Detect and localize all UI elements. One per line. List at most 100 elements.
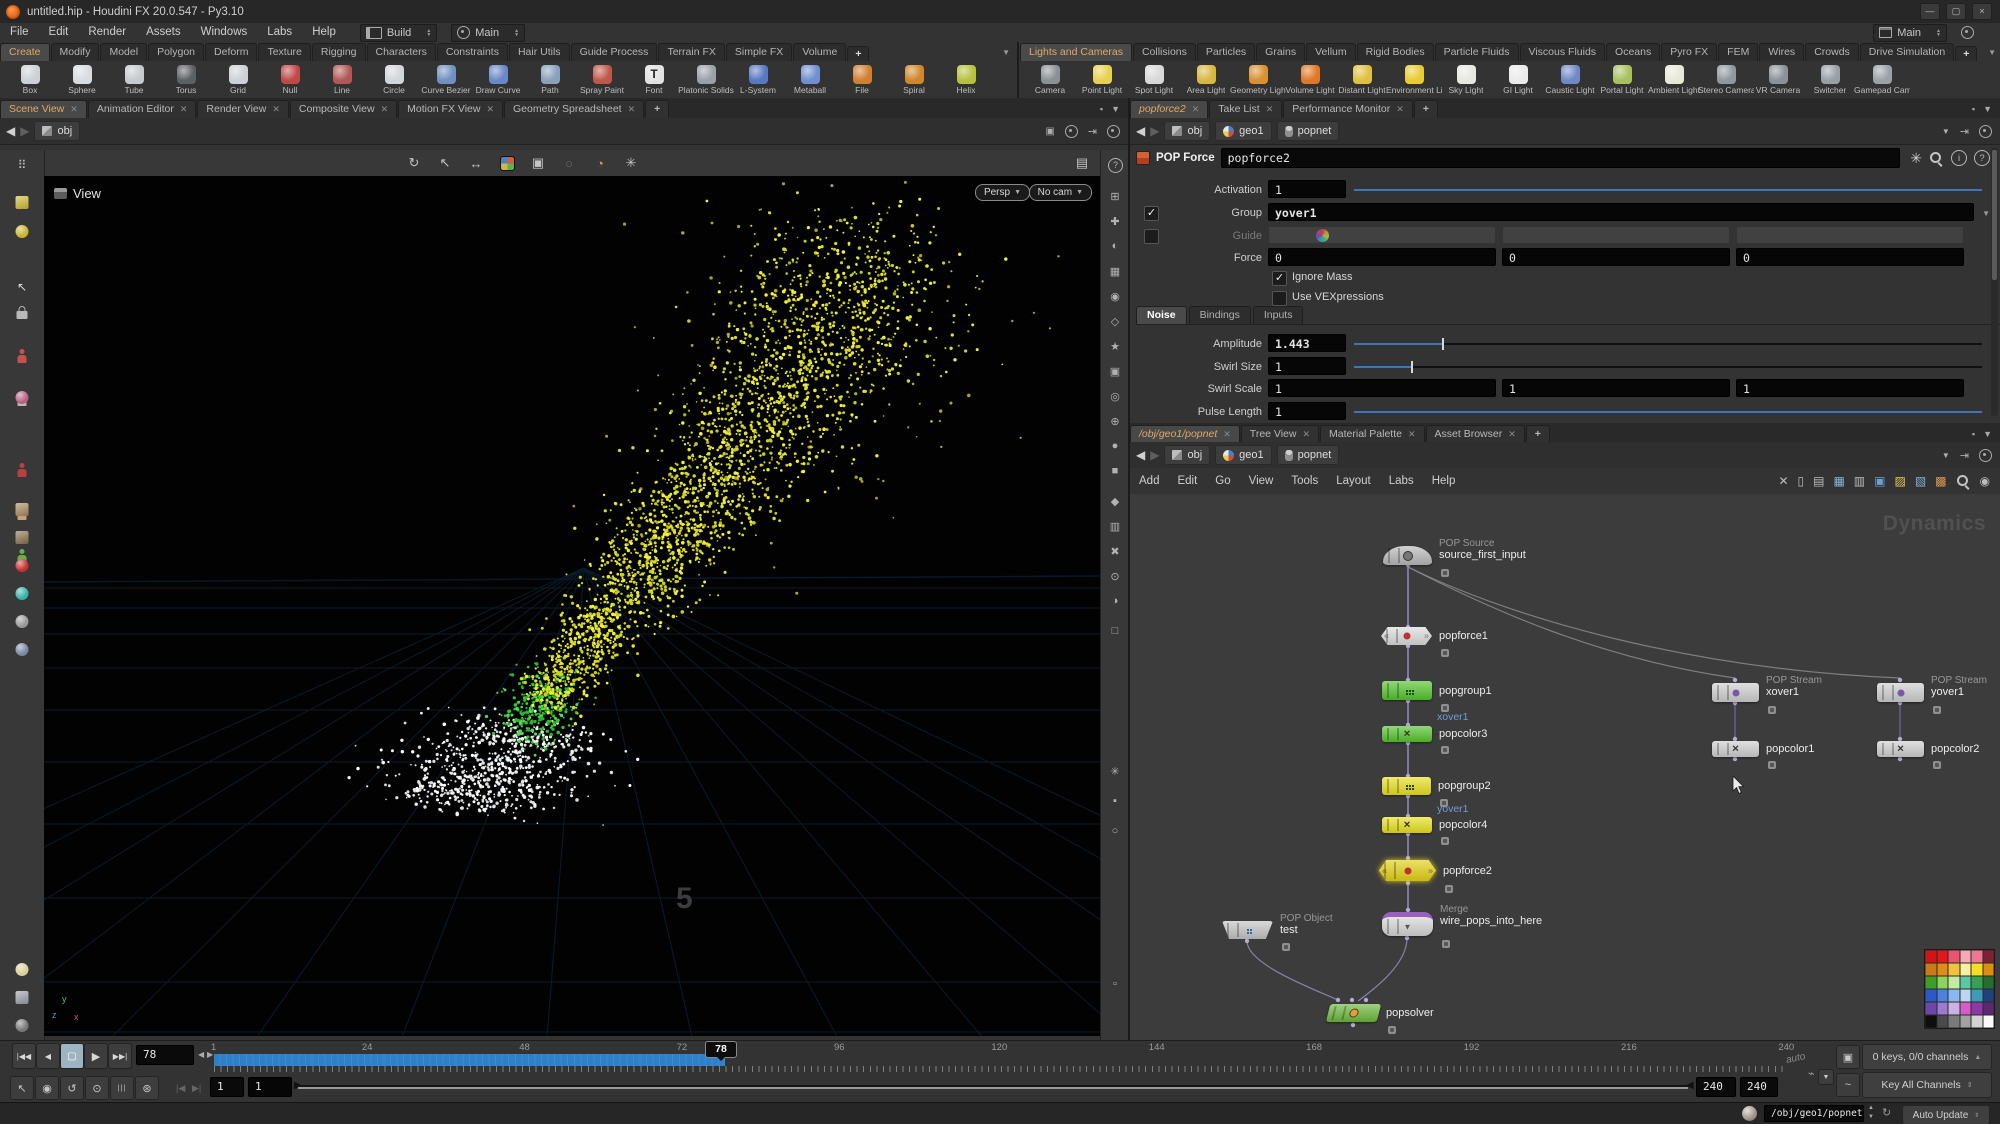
auto-key-dropdown[interactable]: ▼ xyxy=(1818,1069,1834,1085)
shelf-tab-rigging[interactable]: Rigging xyxy=(311,43,366,61)
node-popforce1[interactable]: «» xyxy=(1381,627,1432,645)
node-popcolor2[interactable]: ✕ xyxy=(1877,741,1924,757)
palette-color-swatch[interactable] xyxy=(1959,1002,1971,1015)
shelf-tab-characters[interactable]: Characters xyxy=(366,43,436,61)
group-dropdown-icon[interactable]: ▼ xyxy=(1982,209,1990,218)
palette-color-swatch[interactable] xyxy=(1948,963,1960,976)
shelf-tab-vellum[interactable]: Vellum xyxy=(1306,43,1356,61)
pane-menu-icon[interactable]: ▼ xyxy=(1983,104,1992,114)
shelf-tool-camera[interactable]: Camera xyxy=(1024,64,1076,95)
palette-color-swatch[interactable] xyxy=(1971,1002,1983,1015)
forward-icon[interactable]: ▶ xyxy=(20,124,29,138)
close-tab-icon[interactable]: ✕ xyxy=(381,104,389,115)
subtab-noise[interactable]: Noise xyxy=(1136,306,1187,324)
shelf-tool-gi-light[interactable]: GI Light xyxy=(1492,64,1544,95)
palette-color-swatch[interactable] xyxy=(1971,950,1983,963)
node-popcolor4[interactable]: ✕ xyxy=(1382,817,1432,833)
shelf-tool-area-light[interactable]: Area Light xyxy=(1180,64,1232,95)
palette-color-swatch[interactable] xyxy=(1971,976,1983,989)
ruler-icon[interactable]: ▯ xyxy=(1798,474,1805,488)
add-view-icon[interactable]: ✚ xyxy=(1101,215,1128,228)
ignore-mass-checkbox[interactable]: ✓ xyxy=(1272,271,1287,286)
path-chip-obj[interactable]: obj xyxy=(1164,121,1211,141)
undo-loop-icon[interactable]: ↺ xyxy=(60,1076,84,1100)
pane-tab-animation-editor[interactable]: Animation Editor ✕ xyxy=(87,100,197,118)
find-icon[interactable] xyxy=(1956,474,1971,489)
shelf-tab-particle-fluids[interactable]: Particle Fluids xyxy=(1434,43,1519,61)
close-tab-icon[interactable]: ✕ xyxy=(70,104,78,115)
maximize-pane-icon[interactable]: ▪ xyxy=(1100,104,1103,114)
palette-color-swatch[interactable] xyxy=(1925,989,1937,1002)
grid-view-icon[interactable]: ▦ xyxy=(1833,474,1844,488)
parameters-scrollbar[interactable] xyxy=(1991,148,1998,416)
playhead-marker[interactable]: 78 xyxy=(704,1041,737,1061)
palette-color-swatch[interactable] xyxy=(1936,1015,1948,1028)
shelf-tool-environment-light[interactable]: Environment Light xyxy=(1386,64,1442,95)
palette-color-swatch[interactable] xyxy=(1925,963,1937,976)
shelf-tool-sphere[interactable]: Sphere xyxy=(56,64,108,95)
param-tab-take-list[interactable]: Take List ✕ xyxy=(1209,100,1283,118)
forward-icon[interactable]: ▶ xyxy=(1150,124,1159,138)
node-flags[interactable] xyxy=(1882,685,1894,700)
node-flags[interactable] xyxy=(1227,923,1239,937)
shelf-tool-caustic-light[interactable]: Caustic Light xyxy=(1544,64,1596,95)
target-icon[interactable]: ⊙ xyxy=(1101,570,1128,583)
path-chip-obj[interactable]: obj xyxy=(34,121,81,141)
radial-menu-icon[interactable] xyxy=(1979,448,1992,462)
shelf-tab-terrain-fx[interactable]: Terrain FX xyxy=(658,43,725,61)
radial-menu-icon[interactable] xyxy=(1064,124,1078,138)
node-body[interactable] xyxy=(1222,921,1273,939)
palette-color-swatch[interactable] xyxy=(1925,1015,1937,1028)
node-body[interactable]: «» xyxy=(1381,627,1432,645)
minimize-button[interactable]: — xyxy=(1920,3,1940,20)
network-tab--obj-geo1-popnet[interactable]: /obj/geo1/popnet ✕ xyxy=(1130,425,1240,443)
palette-color-swatch[interactable] xyxy=(1948,1015,1960,1028)
node-body[interactable]: ✕ xyxy=(1382,817,1432,833)
bbox-icon[interactable]: ■ xyxy=(1101,465,1128,477)
close-tab-icon[interactable]: ✕ xyxy=(486,104,494,115)
guide-field-3[interactable] xyxy=(1736,226,1964,244)
lights-icon[interactable]: ★ xyxy=(1101,340,1128,353)
box-tool-icon[interactable] xyxy=(15,196,29,209)
node-source_first_input[interactable] xyxy=(1383,546,1432,565)
material-icon[interactable]: ▣ xyxy=(1101,365,1128,378)
realtime-toggle-icon[interactable]: ⊙ xyxy=(85,1076,109,1100)
shelf-tool-line[interactable]: Line xyxy=(316,64,368,95)
node-flags[interactable] xyxy=(1387,683,1399,698)
network-canvas[interactable]: Dynamics POP Source source_first_input «» p… xyxy=(1130,494,2000,1040)
pane-tab-composite-view[interactable]: Composite View ✕ xyxy=(289,100,398,118)
shelf-tab-pyro-fx[interactable]: Pyro FX xyxy=(1661,43,1718,61)
back-icon[interactable]: ◀ xyxy=(1136,124,1145,138)
forward-icon[interactable]: ▶ xyxy=(1150,448,1159,462)
flash-icon[interactable]: ✳ xyxy=(1101,765,1128,778)
node-flags[interactable] xyxy=(1717,743,1729,755)
sphere-magenta-icon[interactable] xyxy=(15,391,29,404)
pin-pane-icon[interactable]: ⇥ xyxy=(1960,125,1969,138)
shelf-overflow-icon[interactable]: ▼ xyxy=(1002,48,1010,57)
shelf-tool-switcher[interactable]: Switcher xyxy=(1804,64,1856,95)
shelf-tool-platonic-solids[interactable]: Platonic Solids xyxy=(678,64,734,95)
use-vexpressions-checkbox[interactable] xyxy=(1272,291,1287,306)
palette-color-swatch[interactable] xyxy=(1971,989,1983,1002)
shelf-tool-stereo-camera[interactable]: Stereo Camera xyxy=(1698,64,1754,95)
palette-color-swatch[interactable] xyxy=(1982,976,1994,989)
node-body[interactable]: ✕ xyxy=(1382,726,1432,742)
swirl-scale-x-field[interactable]: 1 xyxy=(1268,379,1496,397)
playback-range-end-field[interactable]: 240 xyxy=(1696,1077,1736,1097)
param-add-tab[interactable]: + xyxy=(1413,100,1438,118)
shelf-tab-particles[interactable]: Particles xyxy=(1196,43,1256,61)
info-icon[interactable]: i xyxy=(1951,150,1967,166)
shelf-tool-box[interactable]: Box xyxy=(4,64,56,95)
shelf-tab-guide-process[interactable]: Guide Process xyxy=(570,43,658,61)
shelf-tool-draw-curve[interactable]: Draw Curve xyxy=(472,64,524,95)
crate-icon[interactable] xyxy=(15,503,29,516)
amplitude-field[interactable]: 1.443 xyxy=(1268,334,1346,352)
hide-icon[interactable]: ✖ xyxy=(1101,545,1128,558)
network-tab-tree-view[interactable]: Tree View ✕ xyxy=(1240,425,1320,443)
display-options-icon[interactable]: ✳ xyxy=(621,153,641,173)
shelf-tab-modify[interactable]: Modify xyxy=(50,43,100,61)
wireframe-icon[interactable]: ▦ xyxy=(1101,265,1128,278)
audio-scrub-icon[interactable]: ||| xyxy=(110,1076,134,1100)
ball-dim-icon[interactable] xyxy=(15,1019,29,1032)
keyframe-stats-icon[interactable]: ▣ xyxy=(1836,1045,1860,1069)
